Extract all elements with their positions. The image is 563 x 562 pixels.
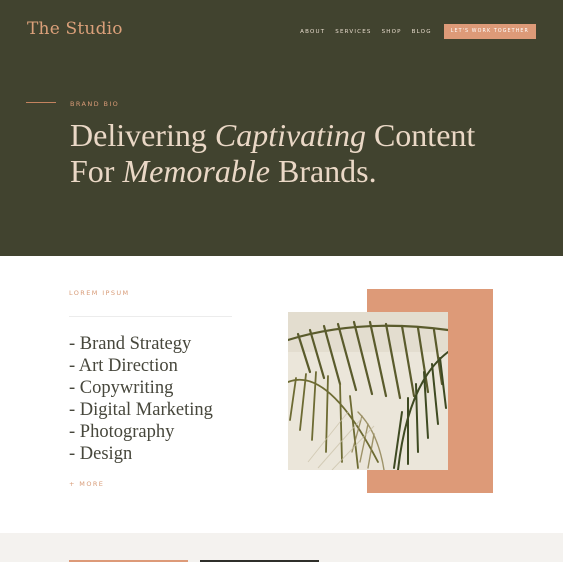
service-item: - Photography [69, 422, 175, 442]
services-divider [69, 316, 232, 317]
nav-services[interactable]: SERVICES [335, 29, 371, 35]
palm-leaves-illustration [288, 312, 448, 470]
nav-shop[interactable]: SHOP [382, 29, 402, 35]
next-section-strip [0, 533, 563, 562]
services-eyebrow: LOREM IPSUM [69, 289, 130, 297]
palm-leaves-photo [288, 312, 448, 470]
hero-title-emphasis: Captivating [214, 117, 366, 153]
nav-blog[interactable]: BLOG [412, 29, 432, 35]
site-logo[interactable]: The Studio [27, 19, 123, 39]
services-list: - Brand Strategy - Art Direction - Copyw… [69, 333, 213, 465]
service-item: - Design [69, 444, 133, 464]
hero-section: The Studio ABOUT SERVICES SHOP BLOG LET'… [0, 0, 563, 256]
nav-about[interactable]: ABOUT [300, 29, 325, 35]
hero-title-text: Content [365, 117, 476, 153]
service-item: - Digital Marketing [69, 400, 213, 420]
hero-divider [26, 102, 56, 103]
more-link[interactable]: + MORE [69, 480, 104, 488]
hero-title-text: For [70, 153, 123, 189]
main-nav: ABOUT SERVICES SHOP BLOG LET'S WORK TOGE… [300, 24, 536, 39]
hero-eyebrow: BRAND BIO [70, 100, 120, 108]
service-item: - Copywriting [69, 378, 174, 398]
hero-title-text: Delivering [70, 117, 215, 153]
hero-title-text: Brands. [269, 153, 377, 189]
service-item: - Art Direction [69, 356, 178, 376]
hero-title-emphasis: Memorable [122, 153, 270, 189]
service-item: - Brand Strategy [69, 334, 192, 354]
work-together-button[interactable]: LET'S WORK TOGETHER [443, 24, 536, 39]
hero-title: Delivering Captivating Content For Memor… [70, 117, 475, 189]
